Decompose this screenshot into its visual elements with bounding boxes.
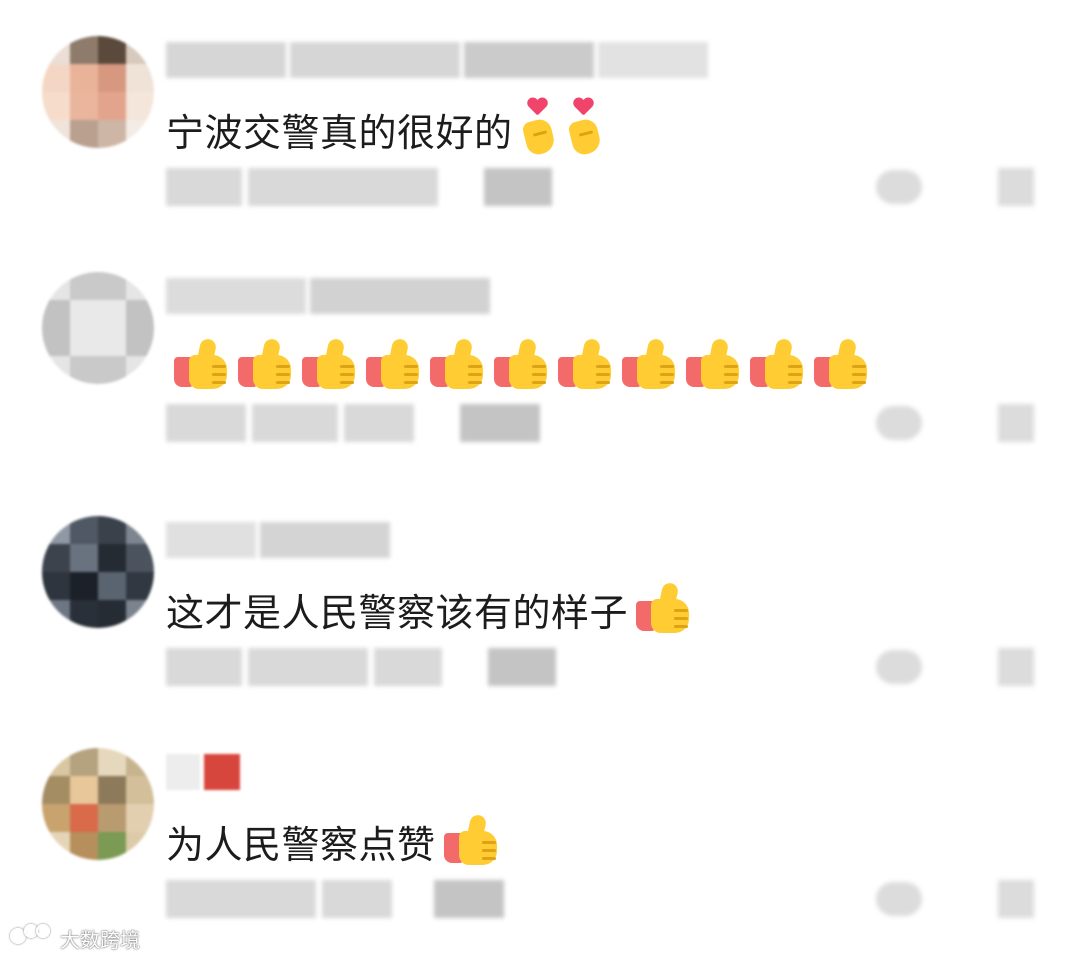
comment-content: 为人民警察点赞 — [166, 806, 500, 876]
comment-list: 宁波交警真的很好的 这才是人民警察该有的样子 为人民警察点赞 — [0, 0, 1080, 959]
thumbs-up-icon — [812, 337, 870, 391]
like-button[interactable] — [876, 166, 922, 210]
comment-meta — [166, 880, 504, 924]
comment-content: 这才是人民警察该有的样子 — [166, 574, 692, 644]
thumbs-up-icon — [492, 337, 550, 391]
thumbs-up-icon — [748, 337, 806, 391]
comment-content — [166, 330, 870, 400]
avatar[interactable] — [42, 36, 154, 148]
dislike-button[interactable] — [992, 402, 1038, 446]
thumbs-up-icon — [684, 337, 742, 391]
heart-hands-icon — [519, 98, 559, 160]
comment-text: 这才是人民警察该有的样子 — [166, 590, 629, 635]
comment-meta — [166, 404, 540, 448]
thumbs-up-icon — [556, 337, 614, 391]
comment-text: 为人民警察点赞 — [166, 822, 436, 867]
username[interactable] — [166, 754, 240, 790]
dislike-button[interactable] — [992, 878, 1038, 922]
comment-text: 宁波交警真的很好的 — [166, 110, 513, 155]
comment-meta — [166, 168, 552, 212]
thumbs-up-icon — [236, 337, 294, 391]
username[interactable] — [166, 42, 708, 78]
thumbs-up-icon — [172, 337, 230, 391]
thumbs-up-icon — [634, 581, 692, 635]
username[interactable] — [166, 522, 390, 558]
avatar[interactable] — [42, 516, 154, 628]
watermark-text: 大数跨境 — [60, 927, 140, 952]
comment-content: 宁波交警真的很好的 — [166, 94, 605, 164]
watermark: 大数跨境 — [8, 920, 140, 956]
username[interactable] — [166, 278, 490, 314]
thumbs-up-icon — [364, 337, 422, 391]
thumbs-up-icon — [428, 337, 486, 391]
avatar[interactable] — [42, 748, 154, 860]
dislike-button[interactable] — [992, 646, 1038, 690]
thumbs-up-icon — [300, 337, 358, 391]
comment-meta — [166, 648, 556, 692]
weibo-logo-icon — [8, 924, 54, 952]
like-button[interactable] — [876, 402, 922, 446]
like-button[interactable] — [876, 646, 922, 690]
like-button[interactable] — [876, 878, 922, 922]
thumbs-up-icon — [620, 337, 678, 391]
dislike-button[interactable] — [992, 166, 1038, 210]
avatar[interactable] — [42, 272, 154, 384]
heart-hands-icon — [565, 98, 605, 160]
thumbs-up-icon — [442, 813, 500, 867]
